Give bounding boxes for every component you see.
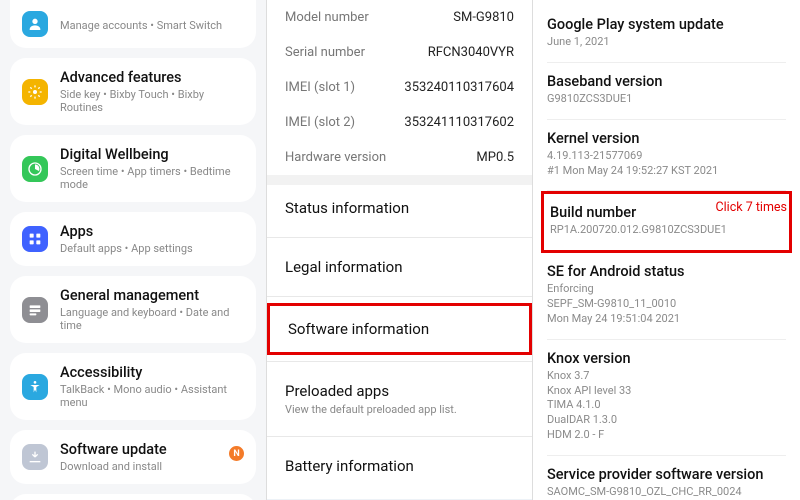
row-subtitle: SAOMC_SM-G9810_OZL_CHC_RR_0024 CHC/CHC,C… <box>547 485 786 500</box>
info-value: 353241110317602 <box>404 115 514 130</box>
new-badge: N <box>229 446 244 461</box>
info-key: Hardware version <box>285 150 386 165</box>
device-info-row: IMEI (slot 2) 353241110317602 <box>267 105 532 140</box>
software-info-row[interactable]: Build numberRP1A.200720.012.G9810ZCS3DUE… <box>541 191 792 253</box>
advanced-icon <box>22 79 48 105</box>
row-subtitle: June 1, 2021 <box>547 35 786 50</box>
settings-item-apps[interactable]: Apps Default apps • App settings <box>10 212 256 266</box>
about-phone-row[interactable]: Preloaded apps View the default preloaded… <box>267 368 532 430</box>
info-key: IMEI (slot 2) <box>285 115 355 130</box>
software-info-row[interactable]: Knox version Knox 3.7 Knox API level 33 T… <box>547 340 786 456</box>
info-key: IMEI (slot 1) <box>285 80 355 95</box>
settings-item-subtitle: Language and keyboard • Date and time <box>60 306 244 332</box>
about-phone-row[interactable]: Legal information <box>267 244 532 290</box>
row-divider <box>267 436 532 437</box>
device-info-row: IMEI (slot 1) 353240110317604 <box>267 70 532 105</box>
accounts-icon <box>22 11 48 37</box>
row-subtitle: View the default preloaded app list. <box>285 403 514 416</box>
settings-item-title: Advanced features <box>60 69 244 86</box>
update-icon <box>22 444 48 470</box>
settings-main-list: Manage accounts • Smart Switch Advanced f… <box>0 0 266 500</box>
row-title: Service provider software version <box>547 466 786 483</box>
settings-item-title: Digital Wellbeing <box>60 146 244 163</box>
info-key: Model number <box>285 10 369 25</box>
row-divider <box>267 361 532 362</box>
row-title: SE for Android status <box>547 263 786 280</box>
access-icon <box>22 374 48 400</box>
row-title: Software information <box>288 320 511 338</box>
info-value: RFCN3040VYR <box>428 45 514 60</box>
settings-item-subtitle: Side key • Bixby Touch • Bixby Routines <box>60 88 244 114</box>
software-info-row[interactable]: Service provider software version SAOMC_S… <box>547 456 786 500</box>
about-phone-row[interactable]: Battery information <box>267 443 532 489</box>
row-title: Google Play system update <box>547 16 786 33</box>
info-value: 353240110317604 <box>404 80 514 95</box>
settings-item-update[interactable]: Software update Download and installN <box>10 430 256 484</box>
settings-item-wellbeing[interactable]: Digital Wellbeing Screen time • App timer… <box>10 135 256 202</box>
row-divider <box>267 296 532 297</box>
row-title: Knox version <box>547 350 786 367</box>
settings-item-general[interactable]: General management Language and keyboard … <box>10 276 256 343</box>
settings-item-access[interactable]: Accessibility TalkBack • Mono audio • Ass… <box>10 353 256 420</box>
settings-item-manual[interactable]: User manualUser manual <box>10 494 256 500</box>
settings-item-accounts[interactable]: Manage accounts • Smart Switch <box>10 0 256 48</box>
software-info-row[interactable]: SE for Android status Enforcing SEPF_SM-G… <box>547 253 786 340</box>
wellbeing-icon <box>22 156 48 182</box>
row-title: Preloaded apps <box>285 382 514 400</box>
row-subtitle: Enforcing SEPF_SM-G9810_11_0010 Mon May … <box>547 282 786 327</box>
software-info-panel: Google Play system update June 1, 2021 Bas… <box>533 0 800 500</box>
row-title: Kernel version <box>547 130 786 147</box>
settings-item-title: Software update <box>60 441 244 458</box>
about-phone-panel: Model number SM-G9810 Serial number RFCN304… <box>266 0 533 500</box>
software-info-row[interactable]: Kernel version 4.19.113-21577069 #1 Mon M… <box>547 120 786 192</box>
settings-item-title: General management <box>60 287 244 304</box>
settings-item-subtitle: Screen time • App timers • Bedtime mode <box>60 165 244 191</box>
device-info-row: Serial number RFCN3040VYR <box>267 35 532 70</box>
info-key: Serial number <box>285 45 365 60</box>
about-phone-row[interactable]: Software information <box>267 303 532 355</box>
general-icon <box>22 297 48 323</box>
settings-item-subtitle: Manage accounts • Smart Switch <box>60 19 244 32</box>
row-subtitle: 4.19.113-21577069 #1 Mon May 24 19:52:27… <box>547 149 786 179</box>
row-divider <box>267 237 532 238</box>
settings-item-subtitle: Download and install <box>60 460 244 473</box>
section-divider <box>267 175 532 185</box>
settings-item-title: Apps <box>60 223 244 240</box>
row-subtitle: G9810ZCS3DUE1 <box>547 92 786 107</box>
info-value: SM-G9810 <box>453 10 514 25</box>
software-info-row[interactable]: Baseband version G9810ZCS3DUE1 <box>547 63 786 120</box>
annotation-click-7-times: Click 7 times <box>716 200 788 215</box>
row-title: Battery information <box>285 457 514 475</box>
row-title: Legal information <box>285 258 514 276</box>
row-subtitle: Knox 3.7 Knox API level 33 TIMA 4.1.0 Du… <box>547 369 786 443</box>
settings-item-subtitle: Default apps • App settings <box>60 242 244 255</box>
row-title: Status information <box>285 199 514 217</box>
info-value: MP0.5 <box>476 150 514 165</box>
device-info-row: Hardware version MP0.5 <box>267 140 532 175</box>
about-phone-row[interactable]: Status information <box>267 185 532 231</box>
settings-item-subtitle: TalkBack • Mono audio • Assistant menu <box>60 383 244 409</box>
apps-icon <box>22 226 48 252</box>
row-subtitle: RP1A.200720.012.G9810ZCS3DUE1 <box>550 223 783 238</box>
device-info-row: Model number SM-G9810 <box>267 0 532 35</box>
software-info-row[interactable]: Google Play system update June 1, 2021 <box>547 6 786 63</box>
settings-item-title: Accessibility <box>60 364 244 381</box>
row-title: Baseband version <box>547 73 786 90</box>
settings-item-advanced[interactable]: Advanced features Side key • Bixby Touch … <box>10 58 256 125</box>
